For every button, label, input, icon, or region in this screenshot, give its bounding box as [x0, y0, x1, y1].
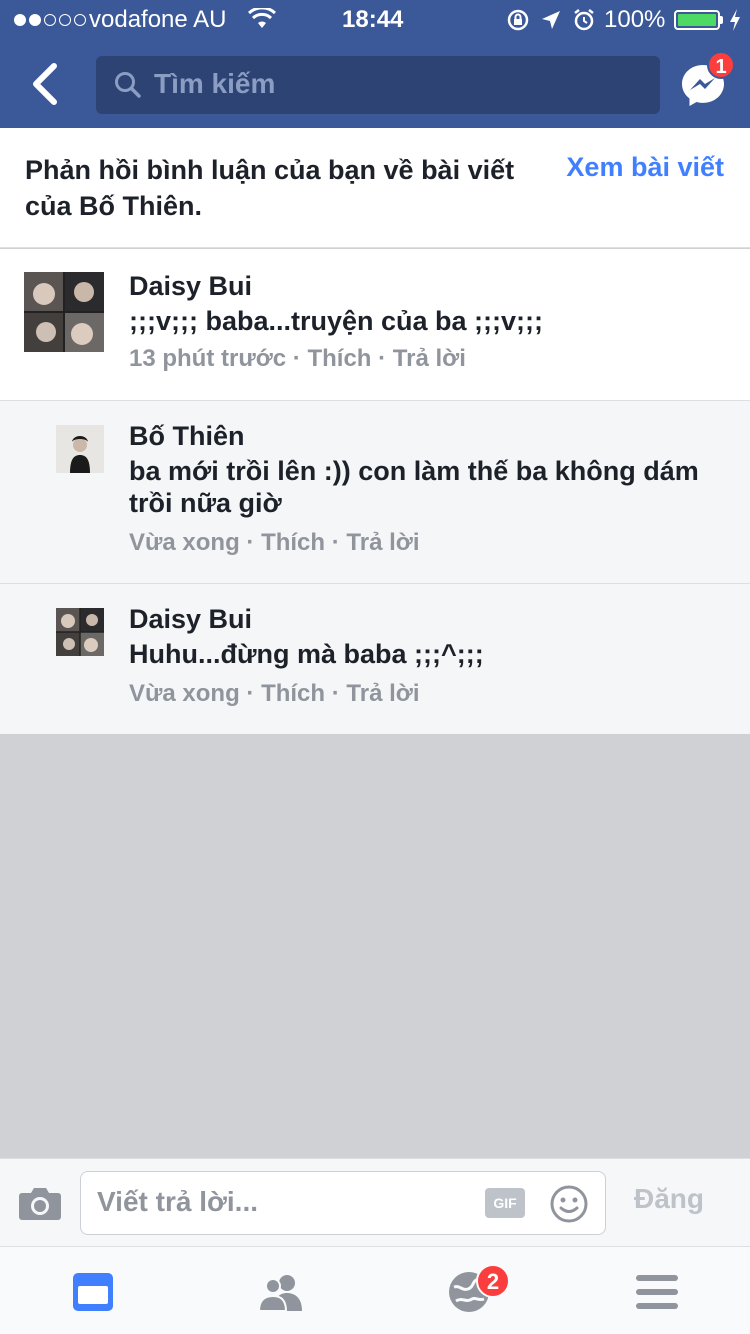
- post-button[interactable]: Đăng: [634, 1183, 704, 1215]
- comment-text: ;;;v;;; baba...truyện của ba ;;;v;;;: [129, 306, 544, 336]
- page-title: Phản hồi bình luận của bạn về bài viết c…: [25, 152, 525, 224]
- signal-icon: [14, 14, 86, 26]
- charging-icon: [730, 9, 740, 31]
- view-post-link[interactable]: Xem bài viết: [566, 152, 724, 183]
- reply-item: Daisy Bui Huhu...đừng mà baba ;;;^;;; Vừ…: [0, 583, 750, 734]
- avatar[interactable]: [24, 272, 104, 352]
- comment-meta: Vừa xong · Thích · Trả lời: [129, 680, 420, 707]
- tab-bar: [0, 1246, 750, 1334]
- news-feed-icon[interactable]: [70, 1269, 116, 1315]
- comment-time: Vừa xong: [129, 529, 240, 556]
- reply-link[interactable]: Trả lời: [346, 529, 419, 556]
- notifications-badge: 2: [476, 1264, 510, 1298]
- menu-icon[interactable]: [634, 1269, 680, 1315]
- top-bar: vodafone AU 18:44 100% Tìm kiếm 1: [0, 0, 750, 128]
- comment-meta: Vừa xong · Thích · Trả lời: [129, 529, 420, 556]
- avatar[interactable]: [56, 608, 104, 656]
- comment-author[interactable]: Daisy Bui: [129, 604, 252, 635]
- alarm-icon: [574, 9, 594, 31]
- comment-author[interactable]: Bố Thiên: [129, 421, 245, 452]
- comment-text: Huhu...đừng mà baba ;;;^;;;: [129, 639, 484, 669]
- camera-icon[interactable]: [18, 1185, 62, 1221]
- search-icon: [115, 72, 141, 98]
- carrier-label: vodafone AU: [89, 6, 227, 33]
- comment: Daisy Bui ;;;v;;; baba...truyện của ba ;…: [0, 249, 750, 400]
- search-placeholder: Tìm kiếm: [154, 68, 276, 99]
- battery-percent: 100%: [604, 6, 666, 33]
- like-link[interactable]: Thích: [261, 680, 325, 707]
- like-link[interactable]: Thích: [307, 345, 371, 372]
- battery-icon: [674, 10, 720, 30]
- friends-icon[interactable]: [258, 1269, 304, 1315]
- comment-author[interactable]: Daisy Bui: [129, 271, 252, 302]
- gif-button[interactable]: GIF: [485, 1188, 525, 1218]
- comment-time: Vừa xong: [129, 680, 240, 707]
- back-button[interactable]: [26, 62, 66, 106]
- reply-link[interactable]: Trả lời: [346, 680, 419, 707]
- title-prefix: Phản hồi bình luận của bạn về: [25, 155, 422, 185]
- comment-text: ba mới trồi lên :)) con làm thế ba không…: [129, 456, 699, 518]
- status-bar: vodafone AU 18:44 100%: [0, 0, 750, 40]
- search-input[interactable]: Tìm kiếm: [96, 56, 660, 114]
- emoji-icon[interactable]: [549, 1184, 589, 1224]
- messenger-badge: 1: [707, 51, 735, 79]
- comment-time: 13 phút trước: [129, 345, 287, 372]
- reply-item: Bố Thiên ba mới trồi lên :)) con làm thế…: [0, 400, 750, 583]
- reply-link[interactable]: Trả lời: [393, 345, 466, 372]
- rotation-lock-icon: [507, 9, 529, 31]
- comment-meta: 13 phút trước · Thích · Trả lời: [129, 345, 466, 372]
- reply-input[interactable]: Viết trả lời... GIF: [80, 1171, 606, 1235]
- clock: 18:44: [342, 6, 404, 33]
- notification-header: Phản hồi bình luận của bạn về bài viết c…: [0, 128, 750, 248]
- like-link[interactable]: Thích: [261, 529, 325, 556]
- reply-composer: Viết trả lời... GIF Đăng: [0, 1158, 750, 1246]
- location-icon: [542, 11, 560, 29]
- reply-placeholder: Viết trả lời...: [97, 1186, 258, 1217]
- avatar[interactable]: [56, 425, 104, 473]
- wifi-icon: [248, 8, 276, 28]
